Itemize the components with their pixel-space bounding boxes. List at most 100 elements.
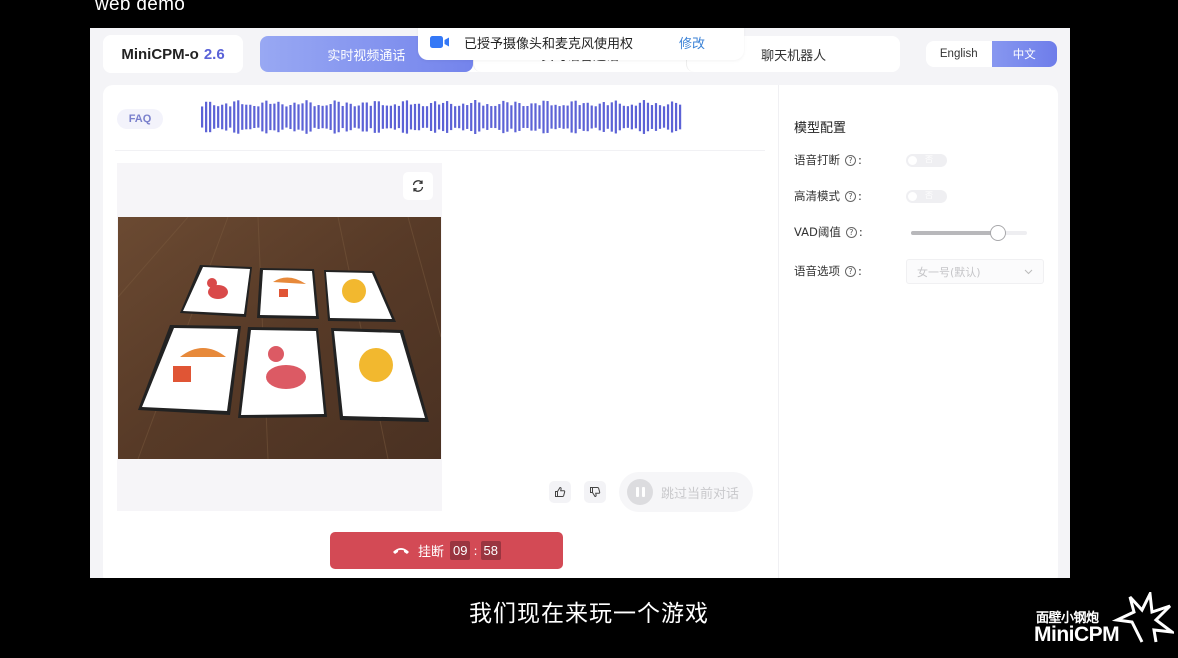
- help-icon[interactable]: ?: [845, 190, 856, 202]
- waveform-bar: [209, 101, 212, 133]
- hd-mode-toggle[interactable]: 否: [906, 190, 947, 203]
- call-panel: FAQ 跳过当前对话 挂断 09: 58: [103, 85, 778, 578]
- video-preview-box: [117, 163, 442, 511]
- waveform-bar: [626, 106, 629, 128]
- waveform-bar: [598, 103, 601, 131]
- help-icon[interactable]: ?: [845, 265, 856, 277]
- waveform-bar: [650, 105, 654, 129]
- waveform-bar: [389, 105, 392, 129]
- video-subtitle: 我们现在来玩一个游戏: [469, 601, 709, 627]
- voice-option-select[interactable]: 女一号(默认): [906, 259, 1044, 284]
- refresh-icon: [412, 180, 424, 192]
- slider-fill: [911, 231, 998, 235]
- waveform-bar: [510, 105, 513, 129]
- hd-mode-label: 高清模式: [794, 189, 840, 203]
- hangup-button[interactable]: 挂断 09 : 58: [330, 532, 563, 569]
- waveform-bar: [674, 102, 678, 132]
- waveform-bar: [305, 100, 308, 134]
- waveform-bar: [506, 102, 509, 132]
- waveform-bar: [217, 106, 220, 128]
- waveform-bar: [594, 106, 597, 128]
- voice-interrupt-row: 语音打断 ?:: [794, 153, 862, 167]
- pause-icon: [627, 479, 653, 505]
- waveform-bar: [462, 103, 465, 131]
- waveform-bar: [466, 105, 469, 129]
- logo-version: 2.6: [203, 45, 225, 63]
- toggle-state: 否: [925, 191, 933, 200]
- waveform-bar: [630, 104, 633, 130]
- camera-icon: [430, 33, 452, 51]
- waveform-bar: [446, 101, 449, 133]
- app-logo: MiniCPM-o 2.6: [103, 35, 243, 73]
- waveform-bar: [293, 102, 296, 132]
- waveform-bar: [474, 100, 477, 134]
- waveform-bar: [498, 104, 501, 130]
- waveform-bar: [337, 101, 340, 133]
- waveform-bar: [642, 100, 646, 134]
- waveform-bar: [349, 103, 352, 131]
- waveform-bar: [634, 105, 638, 129]
- waveform-bar: [329, 104, 332, 130]
- dislike-button[interactable]: [584, 481, 606, 503]
- skip-dialogue-button[interactable]: 跳过当前对话: [619, 472, 753, 512]
- model-config-panel: 模型配置 语音打断 ?: 否 高清模式 ?: 否 VAD阈值 ?: 语音选项 ?…: [778, 85, 1058, 578]
- voice-interrupt-toggle[interactable]: 否: [906, 154, 947, 167]
- waveform-bar: [313, 106, 316, 128]
- waveform-bar: [393, 104, 397, 130]
- help-icon[interactable]: ?: [845, 154, 856, 166]
- thumbs-up-icon: [555, 486, 566, 497]
- vad-threshold-label: VAD阈值: [794, 225, 841, 239]
- waveform-bar: [265, 100, 268, 134]
- logo-name: MiniCPM-o: [121, 45, 199, 63]
- timer-minutes: 09: [450, 541, 471, 560]
- waveform-bar: [413, 103, 417, 131]
- lang-chinese[interactable]: 中文: [991, 41, 1057, 67]
- card-snake-bottom: [238, 327, 327, 418]
- phone-hangup-icon: [393, 548, 409, 554]
- waveform-bar: [257, 106, 260, 128]
- card-parachute-top: [257, 268, 319, 319]
- hd-mode-row: 高清模式 ?:: [794, 189, 862, 203]
- waveform-bar: [233, 101, 236, 133]
- waveform-bar: [450, 103, 453, 131]
- thumbs-down-icon: [590, 487, 601, 498]
- waveform-bar: [522, 106, 525, 128]
- waveform-bar: [437, 104, 441, 130]
- waveform-bar: [297, 104, 300, 130]
- waveform-bar: [325, 105, 328, 129]
- waveform-bar: [526, 105, 529, 129]
- waveform-bar: [353, 106, 356, 128]
- waveform-bar: [646, 102, 650, 132]
- waveform-bar: [546, 101, 549, 133]
- waveform-bar: [514, 101, 517, 133]
- waveform-bar: [518, 103, 521, 131]
- help-icon[interactable]: ?: [845, 226, 857, 238]
- waveform-bar: [602, 102, 605, 132]
- waveform-bar: [538, 105, 541, 129]
- toggle-knob: [908, 156, 917, 165]
- vad-threshold-slider[interactable]: [911, 225, 1027, 241]
- waveform-bar: [638, 102, 642, 132]
- waveform-bar: [401, 101, 405, 133]
- permission-edit-link[interactable]: 修改: [679, 33, 705, 52]
- waveform-bar: [361, 102, 364, 132]
- lang-english[interactable]: English: [926, 41, 992, 67]
- waveform-bar: [289, 104, 292, 130]
- waveform-bar: [409, 104, 413, 130]
- waveform-bar: [586, 102, 589, 132]
- like-button[interactable]: [549, 481, 571, 503]
- waveform-bar: [666, 104, 670, 130]
- faq-button[interactable]: FAQ: [117, 109, 163, 129]
- permission-toast: 已授予摄像头和麦克风使用权 修改: [418, 28, 744, 60]
- waveform-bar: [285, 106, 288, 128]
- waveform-bar: [369, 105, 372, 129]
- slider-thumb[interactable]: [990, 225, 1006, 241]
- waveform-bar: [365, 102, 368, 132]
- waveform-bar: [237, 100, 240, 134]
- waveform-bar: [301, 103, 304, 131]
- waveform-bar: [385, 105, 388, 129]
- refresh-camera-button[interactable]: [403, 172, 433, 200]
- waveform-bar: [357, 105, 360, 129]
- waveform-bar: [397, 105, 401, 129]
- waveform-bar: [554, 104, 557, 130]
